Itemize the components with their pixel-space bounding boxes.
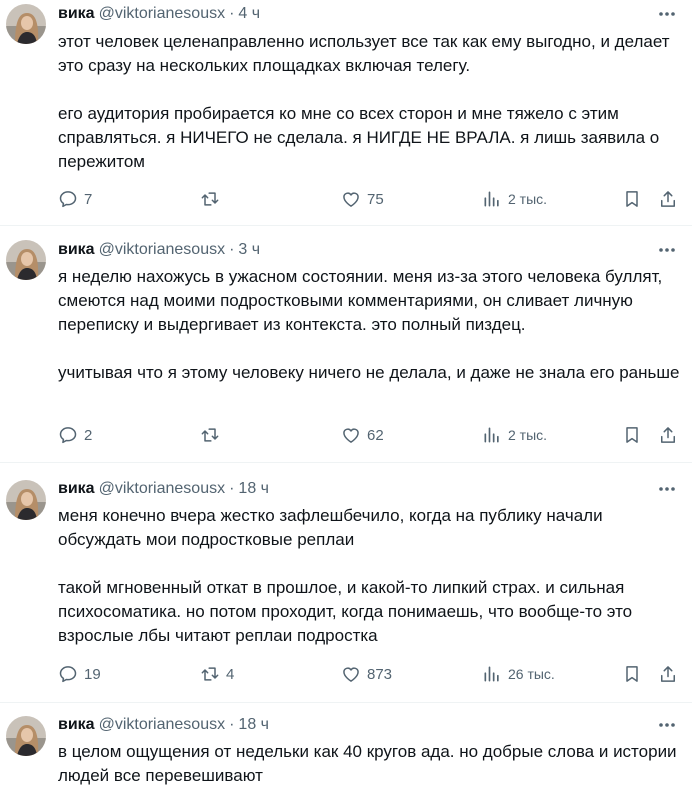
reply-button[interactable]: 2 [58, 422, 92, 448]
display-name[interactable]: вика [58, 239, 95, 261]
bookmark-icon [626, 427, 638, 443]
views-count: 2 тыс. [508, 191, 548, 207]
more-button[interactable] [654, 4, 680, 24]
like-button[interactable]: 75 [341, 186, 384, 212]
retweet-button[interactable]: 4 [200, 661, 234, 687]
heart-icon [343, 667, 359, 682]
separator-dot: · [229, 480, 235, 497]
bookmark-button[interactable] [622, 422, 642, 448]
separator-dot: · [229, 241, 235, 258]
share-icon [661, 666, 675, 682]
tweet-text: я неделю нахожусь в ужасном состоянии. м… [58, 267, 680, 382]
retweet-button[interactable] [200, 422, 220, 448]
like-button[interactable]: 62 [341, 422, 384, 448]
reply-icon [59, 191, 77, 208]
separator-dot: · [229, 5, 235, 22]
like-button[interactable]: 873 [341, 661, 392, 687]
timestamp[interactable]: 18 ч [238, 714, 269, 736]
user-handle[interactable]: @viktorianesousx [99, 478, 226, 500]
tweet-header: вика @viktorianesousx · 18 ч [58, 478, 269, 500]
reply-count: 7 [84, 190, 93, 208]
like-count: 873 [367, 665, 393, 683]
tweet-actions: 7 75 2 тыс. [58, 186, 686, 212]
avatar[interactable] [6, 4, 46, 44]
tweet-2[interactable]: вика @viktorianesousx · 3 ч я неделю нах… [0, 236, 692, 460]
timestamp[interactable]: 18 ч [238, 478, 269, 500]
separator-dot: · [229, 716, 235, 733]
avatar-image [6, 480, 46, 520]
tweet-1[interactable]: вика @viktorianesousx · 4 ч этот человек… [0, 0, 692, 224]
timestamp[interactable]: 3 ч [238, 239, 260, 261]
avatar-image [6, 716, 46, 756]
tweet-4[interactable]: вика @viktorianesousx · 18 ч в целом ощу… [0, 712, 692, 798]
reply-count: 2 [84, 426, 93, 444]
tweet-header: вика @viktorianesousx · 4 ч [58, 3, 260, 25]
user-handle[interactable]: @viktorianesousx [99, 714, 226, 736]
like-count: 62 [367, 426, 384, 444]
reply-button[interactable]: 19 [58, 661, 101, 687]
display-name[interactable]: вика [58, 714, 95, 736]
more-button[interactable] [654, 479, 680, 499]
more-button[interactable] [654, 240, 680, 260]
tweet-3[interactable]: вика @viktorianesousx · 18 ч меня конечн… [0, 476, 692, 700]
heart-icon [343, 192, 359, 207]
tweet-divider [0, 225, 692, 226]
bookmark-button[interactable] [622, 661, 642, 687]
user-handle[interactable]: @viktorianesousx [99, 3, 226, 25]
bookmark-icon [626, 191, 638, 207]
reply-icon [59, 666, 77, 683]
tweet-actions: 2 62 2 тыс. [58, 422, 686, 448]
more-button[interactable] [654, 715, 680, 735]
bookmark-icon [626, 666, 638, 682]
tweet-divider [0, 462, 692, 463]
more-dots-icon [659, 723, 675, 727]
retweet-icon [201, 192, 219, 206]
tweet-actions: 19 4 873 26 тыс. [58, 661, 686, 687]
views-chart-icon [484, 191, 499, 207]
tweet-header: вика @viktorianesousx · 18 ч [58, 714, 269, 736]
avatar[interactable] [6, 240, 46, 280]
display-name[interactable]: вика [58, 3, 95, 25]
share-button[interactable] [658, 422, 678, 448]
avatar-image [6, 240, 46, 280]
timestamp[interactable]: 4 ч [238, 3, 260, 25]
views-button[interactable]: 2 тыс. [482, 186, 547, 212]
tweet-text: меня конечно вчера жестко зафлешбечило, … [58, 506, 633, 645]
tweet-header: вика @viktorianesousx · 3 ч [58, 239, 260, 261]
tweet-text: этот человек целенаправленно использует … [58, 32, 670, 171]
reply-count: 19 [84, 665, 101, 683]
like-count: 75 [367, 190, 384, 208]
heart-icon [343, 428, 359, 443]
avatar-image [6, 4, 46, 44]
retweet-icon [201, 428, 219, 442]
views-button[interactable]: 2 тыс. [482, 422, 547, 448]
user-handle[interactable]: @viktorianesousx [99, 239, 226, 261]
bookmark-button[interactable] [622, 186, 642, 212]
more-dots-icon [659, 12, 675, 16]
avatar[interactable] [6, 716, 46, 756]
reply-button[interactable]: 7 [58, 186, 92, 212]
views-count: 2 тыс. [508, 427, 548, 443]
display-name[interactable]: вика [58, 478, 95, 500]
more-dots-icon [659, 487, 675, 491]
tweet-text: в целом ощущения от недельки как 40 круг… [58, 742, 677, 785]
more-dots-icon [659, 248, 675, 252]
share-button[interactable] [658, 661, 678, 687]
tweet-divider [0, 702, 692, 703]
share-icon [661, 191, 675, 207]
views-count: 26 тыс. [508, 666, 555, 682]
share-icon [661, 427, 675, 443]
views-chart-icon [484, 427, 499, 443]
retweet-button[interactable] [200, 186, 220, 212]
retweet-count: 4 [226, 665, 235, 683]
views-button[interactable]: 26 тыс. [482, 661, 555, 687]
avatar[interactable] [6, 480, 46, 520]
share-button[interactable] [658, 186, 678, 212]
views-chart-icon [484, 666, 499, 682]
retweet-icon [201, 667, 219, 681]
reply-icon [59, 427, 77, 444]
